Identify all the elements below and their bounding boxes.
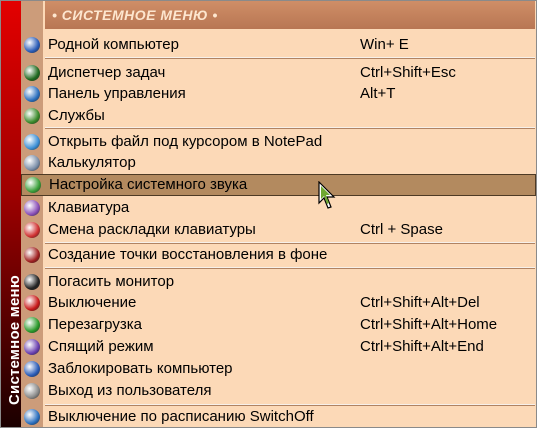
sound-icon <box>25 177 41 193</box>
task-manager-icon <box>24 65 40 81</box>
restart-icon <box>24 317 40 333</box>
menu-item[interactable]: Спящий режим Ctrl+Shift+Alt+End <box>21 336 536 358</box>
menu-item[interactable]: Родной компьютер Win+ E <box>21 34 536 56</box>
sleep-icon <box>24 339 40 355</box>
menu-item-label: Настройка системного звука <box>49 176 248 193</box>
menu-item[interactable]: Создание точки восстановления в фоне <box>21 244 536 266</box>
menu-item-label: Открыть файл под курсором в NotePad <box>48 133 323 150</box>
notepad-icon <box>24 134 40 150</box>
system-menu: Системное меню • СИСТЕМНОЕ МЕНЮ • Родной… <box>0 0 537 428</box>
calculator-icon <box>24 155 40 171</box>
menu-item-shortcut: Ctrl+Shift+Alt+End <box>360 338 484 355</box>
menu-item[interactable]: Заблокировать компьютер <box>21 358 536 380</box>
menu-item[interactable]: Перезагрузка Ctrl+Shift+Alt+Home <box>21 314 536 336</box>
separator <box>45 242 535 244</box>
menu-item-shortcut: Alt+T <box>360 85 396 102</box>
menu-item-label: Выключение <box>48 294 137 311</box>
menu-item-label: Смена раскладки клавиатуры <box>48 221 256 238</box>
menu-item-shortcut: Ctrl + Spase <box>360 221 443 238</box>
control-panel-icon <box>24 86 40 102</box>
separator <box>45 404 535 406</box>
menu-item-label: Погасить монитор <box>48 273 175 290</box>
menu-item-label: Выключение по расписанию SwitchOff <box>48 408 314 425</box>
keyboard-icon <box>24 200 40 216</box>
menu-item-label: Диспетчер задач <box>48 64 166 81</box>
menu-item-label: Службы <box>48 107 105 124</box>
power-icon <box>24 295 40 311</box>
monitor-icon <box>24 274 40 290</box>
menu-item-label: Панель управления <box>48 85 186 102</box>
menu-item-label: Клавиатура <box>48 199 130 216</box>
menu-item[interactable]: Калькулятор <box>21 152 536 174</box>
flag-icon <box>24 222 40 238</box>
menu-item[interactable]: Выключение Ctrl+Shift+Alt+Del <box>21 292 536 314</box>
menu-item-label: Калькулятор <box>48 154 136 171</box>
menu-item-label: Выход из пользователя <box>48 382 212 399</box>
services-icon <box>24 108 40 124</box>
menu-item[interactable]: Открыть файл под курсором в NotePad <box>21 131 536 153</box>
schedule-icon <box>24 409 40 425</box>
separator <box>45 57 535 59</box>
menu-item-label: Спящий режим <box>48 338 154 355</box>
menu-item-label: Родной компьютер <box>48 36 179 53</box>
menu-item[interactable]: Службы <box>21 105 536 127</box>
restore-icon <box>24 247 40 263</box>
menu-item-label: Перезагрузка <box>48 316 142 333</box>
separator <box>45 267 535 269</box>
lock-icon <box>24 361 40 377</box>
menu-item[interactable]: Диспетчер задач Ctrl+Shift+Esc <box>21 62 536 84</box>
menu-item[interactable]: Клавиатура <box>21 197 536 219</box>
menu-item[interactable]: Выключение по расписанию SwitchOff <box>21 406 536 427</box>
menu-item-label: Создание точки восстановления в фоне <box>48 246 328 263</box>
menu-item-shortcut: Ctrl+Shift+Alt+Del <box>360 294 480 311</box>
menu-header: • СИСТЕМНОЕ МЕНЮ • <box>45 1 535 29</box>
menu-item-label: Заблокировать компьютер <box>48 360 233 377</box>
separator <box>45 127 535 129</box>
menu-sidebar: Системное меню <box>1 1 23 427</box>
menu-item-shortcut: Ctrl+Shift+Alt+Home <box>360 316 498 333</box>
menu-item[interactable]: Панель управления Alt+T <box>21 83 536 105</box>
logout-icon <box>24 383 40 399</box>
mouse-cursor-icon <box>318 181 336 209</box>
computer-icon <box>24 37 40 53</box>
menu-item[interactable]: Смена раскладки клавиатуры Ctrl + Spase <box>21 219 536 241</box>
menu-item[interactable]: Погасить монитор <box>21 271 536 293</box>
menu-item-shortcut: Ctrl+Shift+Esc <box>360 64 456 81</box>
menu-item-shortcut: Win+ E <box>360 36 409 53</box>
menu-item[interactable]: Выход из пользователя <box>21 380 536 402</box>
menu-item[interactable]: Настройка системного звука <box>21 174 536 196</box>
